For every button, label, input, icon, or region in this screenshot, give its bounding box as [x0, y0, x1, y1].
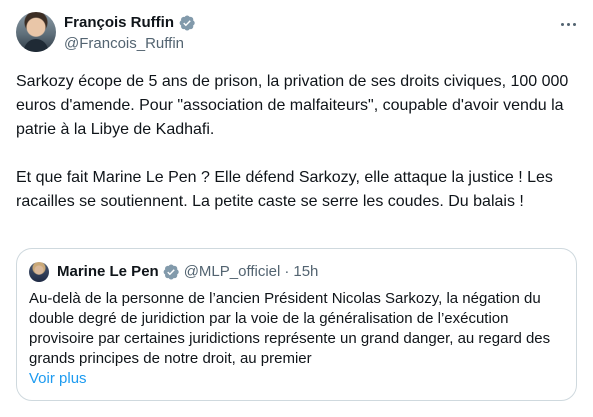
- quoted-tweet-card[interactable]: Marine Le Pen @MLP_officiel · 15h Au-del…: [16, 248, 577, 401]
- quoted-author-avatar[interactable]: [29, 262, 49, 282]
- quoted-author-name[interactable]: Marine Le Pen: [57, 262, 159, 282]
- verified-badge-icon: [179, 15, 195, 31]
- tweet-text: Sarkozy écope de 5 ans de prison, la pri…: [16, 70, 584, 214]
- more-horizontal-icon-dot: [572, 22, 576, 26]
- tweet-paragraph: Et que fait Marine Le Pen ? Elle défend …: [16, 169, 553, 210]
- quoted-tweet-text: Au-delà de la personne de l’ancien Prési…: [29, 290, 551, 367]
- more-options-button[interactable]: [556, 14, 580, 34]
- author-name-row[interactable]: François Ruffin: [64, 13, 196, 33]
- tweet-paragraph: Sarkozy écope de 5 ans de prison, la pri…: [16, 73, 569, 138]
- author-handle[interactable]: @Francois_Ruffin: [64, 34, 184, 54]
- verified-badge-icon: [163, 264, 179, 280]
- quoted-tweet-header: Marine Le Pen @MLP_officiel · 15h: [57, 262, 318, 282]
- author-name[interactable]: François Ruffin: [64, 13, 174, 33]
- more-horizontal-icon-dot: [566, 22, 570, 26]
- quoted-tweet-timestamp[interactable]: 15h: [293, 262, 318, 282]
- author-avatar[interactable]: [16, 12, 56, 52]
- more-horizontal-icon: [560, 22, 564, 26]
- quoted-author-handle[interactable]: @MLP_officiel: [184, 262, 281, 282]
- tweet: François Ruffin @Francois_Ruffin Sarkozy…: [0, 0, 593, 417]
- see-more-link[interactable]: Voir plus: [29, 369, 87, 389]
- quoted-header-separator: ·: [284, 263, 290, 280]
